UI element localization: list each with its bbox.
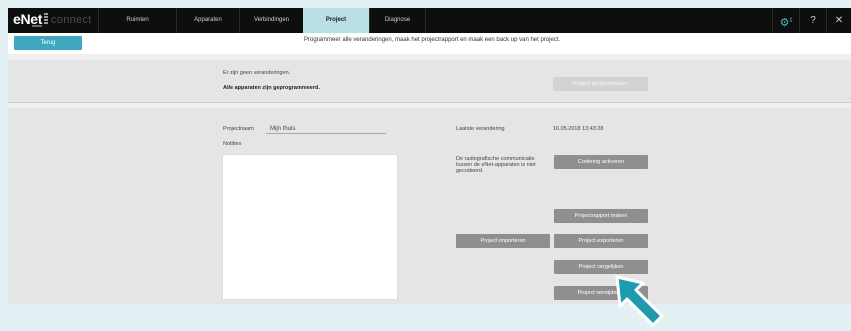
changes-status-text: Er zijn geen veranderingen. [223, 70, 291, 76]
close-button[interactable]: ✕ [826, 8, 851, 33]
program-project-button[interactable]: Project programmeren [553, 77, 648, 91]
app-window: eNet connect Ruimten Apparaten Verbindin… [8, 8, 851, 304]
programmed-status-text: Alle apparaten zijn geprogrammeerd. [223, 85, 320, 91]
activate-encryption-button[interactable]: Codering activeren [554, 155, 648, 169]
tab-label: Apparaten [194, 17, 222, 23]
help-icon: ? [810, 15, 816, 26]
programming-status-section: Er zijn geen veranderingen. Alle apparat… [8, 60, 851, 103]
compare-project-button[interactable]: Project vergelijken [554, 260, 648, 274]
export-project-button[interactable]: Project exporteren [554, 234, 648, 248]
gear-icon: ⚙1 [779, 16, 793, 29]
tab-label: Verbindingen [253, 17, 290, 23]
create-report-button[interactable]: Projectrapport maken [554, 209, 648, 223]
tab-label: Ruimten [126, 17, 149, 23]
settings-button[interactable]: ⚙1 [772, 8, 799, 33]
settings-badge: 1 [789, 17, 793, 23]
action-bar: Terug Programmeer alle veranderingen, ma… [8, 33, 851, 54]
last-change-value: 16.05.2018 13:43:28 [553, 126, 604, 132]
notes-placeholder: .... [230, 168, 236, 174]
last-change-label: Laatste verandering [456, 126, 505, 132]
pointer-arrow-icon [615, 275, 664, 327]
top-navigation: eNet connect Ruimten Apparaten Verbindin… [8, 8, 851, 33]
project-name-label: Projectnaam [223, 126, 254, 132]
import-project-button[interactable]: Project importeren [456, 234, 550, 248]
back-button[interactable]: Terug [14, 36, 82, 50]
project-name-input[interactable]: Mijn thuis [266, 125, 386, 134]
tab-ruimten[interactable]: Ruimten [98, 8, 176, 33]
tab-project[interactable]: Project [303, 8, 369, 33]
instruction-text: Programmeer alle veranderingen, maak het… [304, 37, 561, 43]
tab-verbindingen[interactable]: Verbindingen [239, 8, 303, 33]
logo-sub-text: connect [51, 14, 92, 26]
help-button[interactable]: ? [799, 8, 826, 33]
tab-label: Project [325, 17, 347, 23]
tab-label: Diagnose [384, 17, 411, 23]
enet-logo: eNet connect [10, 8, 100, 33]
close-icon: ✕ [834, 15, 844, 26]
tab-diagnose[interactable]: Diagnose [369, 8, 426, 33]
arrow-shape [615, 275, 664, 327]
notes-textarea[interactable]: .... [222, 154, 398, 300]
logo-tagline-mark [32, 25, 42, 27]
tab-apparaten[interactable]: Apparaten [176, 8, 239, 33]
encryption-status-text: De radiografische communicatie tussen de… [456, 156, 536, 174]
logo-bars-icon [44, 13, 48, 25]
project-section: Projectnaam Mijn thuis Notities .... Laa… [8, 108, 851, 304]
notes-label: Notities [223, 141, 242, 147]
